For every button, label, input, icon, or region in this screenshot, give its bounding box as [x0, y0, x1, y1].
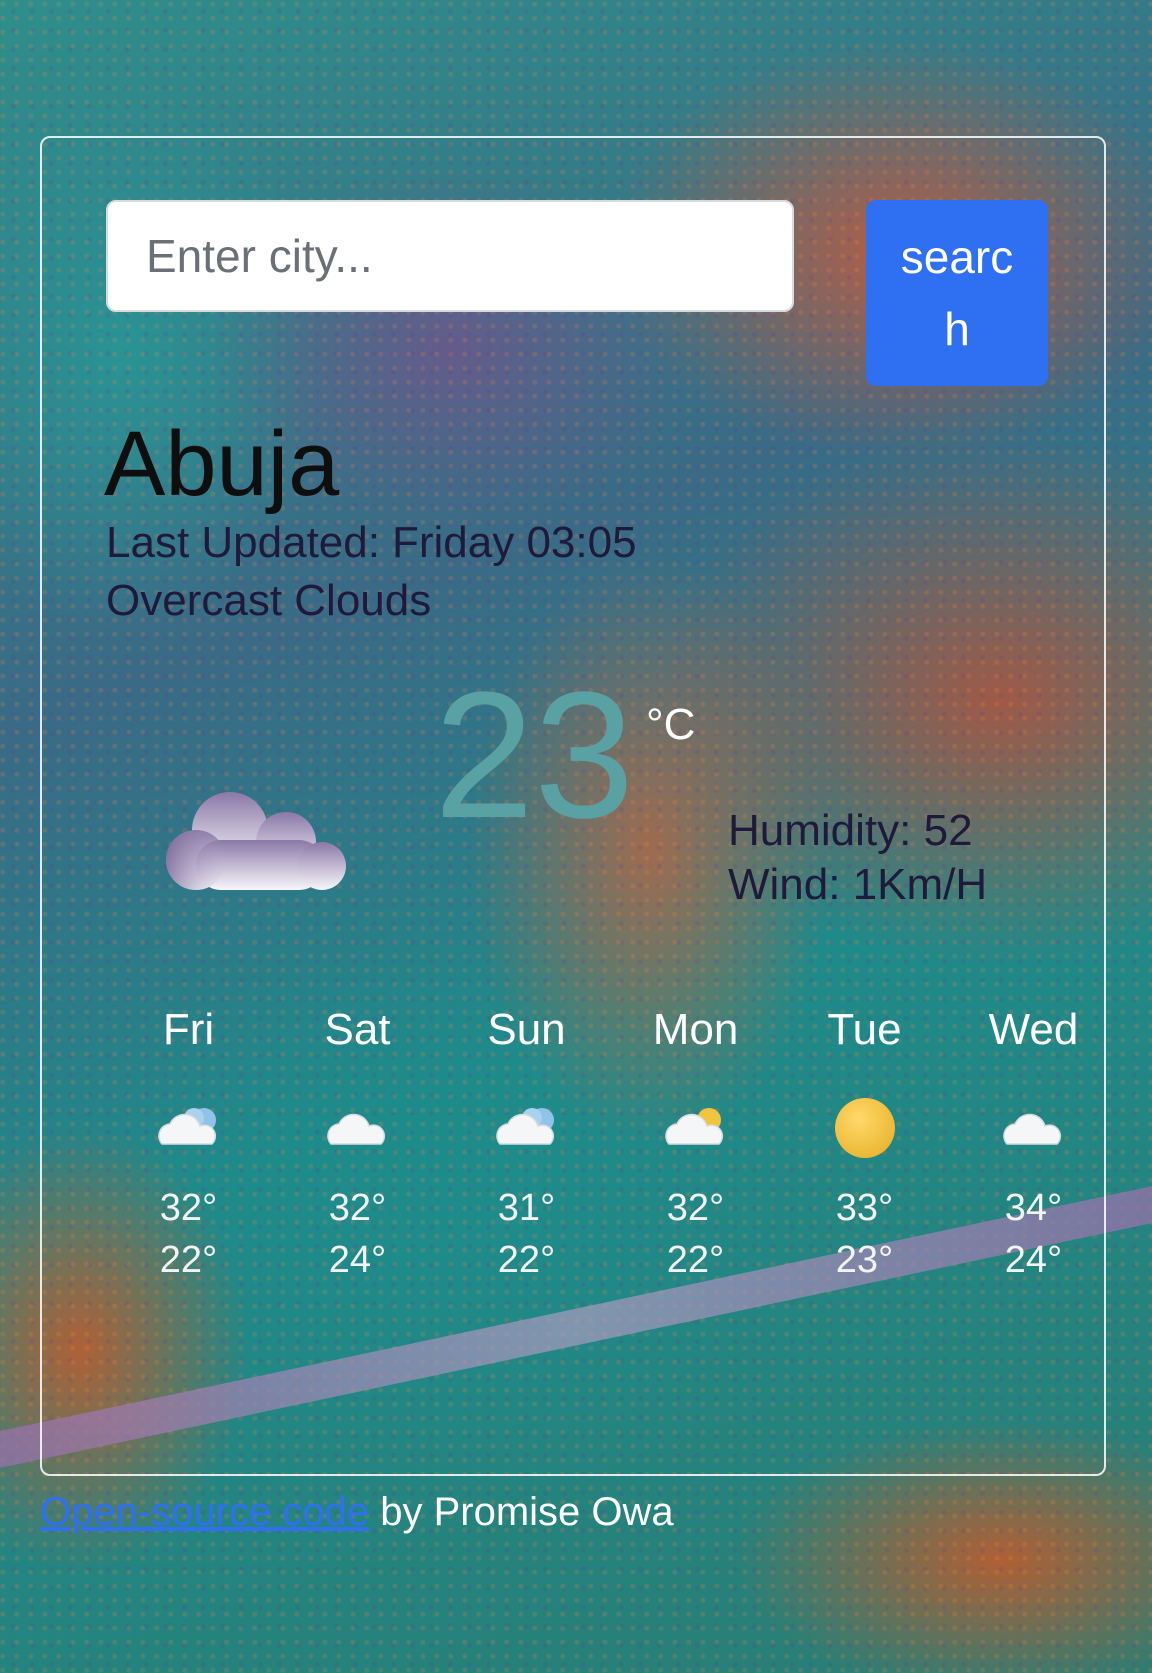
- forecast-day-name: Mon: [652, 1005, 739, 1054]
- forecast-day-name: Sat: [324, 1005, 391, 1054]
- forecast-day-name: Fri: [162, 1005, 215, 1054]
- open-source-code-link[interactable]: Open-source code: [40, 1490, 369, 1534]
- wind-speed: Wind: 1Km/H: [728, 860, 988, 909]
- forecast-high: 32°: [328, 1187, 387, 1229]
- forecast-day-name: Tue: [827, 1005, 902, 1054]
- forecast-day-name: Sun: [487, 1005, 566, 1054]
- forecast-day-name: Wed: [988, 1005, 1079, 1054]
- forecast-day: Sat 32° 24°: [273, 996, 442, 1286]
- forecast-low: 22°: [159, 1239, 218, 1281]
- forecast-high: 33°: [835, 1187, 894, 1229]
- last-updated-value: Friday 03:05: [391, 518, 637, 567]
- overcast-cloud-icon: [166, 792, 346, 890]
- forecast-low: 23°: [835, 1239, 894, 1281]
- forecast-low: 24°: [1004, 1239, 1063, 1281]
- forecast-list: Fri 32° 22° Sat 32° 24° Sun 31° 22° Mon …: [104, 996, 1118, 1286]
- city-name: Abuja: [104, 413, 340, 515]
- partly-cloudy-sun-icon: [664, 1108, 723, 1145]
- weather-card: search Abuja Last Updated:Friday 03:05 O…: [40, 136, 1106, 1476]
- last-updated: Last Updated: Friday 03:05: [106, 518, 637, 568]
- forecast-high: 32°: [159, 1187, 218, 1229]
- search-button[interactable]: search: [866, 200, 1048, 386]
- footer: Open-source code by Promise Owa: [40, 1490, 674, 1535]
- forecast-day: Sun 31° 22°: [442, 996, 611, 1286]
- forecast-low: 22°: [497, 1239, 556, 1281]
- forecast-low: 24°: [328, 1239, 387, 1281]
- forecast-high: 34°: [1004, 1187, 1063, 1229]
- sun-icon: [834, 1098, 895, 1158]
- forecast-day: Fri 32° 22°: [104, 996, 273, 1286]
- cloud-sun-blue-icon: [495, 1108, 554, 1145]
- current-temperature: 23: [434, 655, 635, 856]
- temperature-unit: °C: [646, 700, 696, 749]
- last-updated-label: Last Updated:: [106, 518, 380, 567]
- weather-condition: Overcast Clouds: [106, 576, 432, 625]
- forecast-high: 31°: [497, 1187, 556, 1229]
- cloud-icon: [326, 1113, 385, 1145]
- footer-credit: by Promise Owa: [369, 1490, 674, 1534]
- forecast-low: 22°: [666, 1239, 725, 1281]
- forecast-day: Mon 32° 22°: [611, 996, 780, 1286]
- humidity: Humidity: 52: [728, 806, 973, 855]
- city-search-input[interactable]: [106, 200, 794, 312]
- forecast-day: Tue 33° 23°: [780, 996, 949, 1286]
- forecast-high: 32°: [666, 1187, 725, 1229]
- cloud-icon: [1002, 1113, 1061, 1145]
- forecast-day: Wed 34° 24°: [949, 996, 1118, 1286]
- cloud-sun-blue-icon: [157, 1108, 216, 1145]
